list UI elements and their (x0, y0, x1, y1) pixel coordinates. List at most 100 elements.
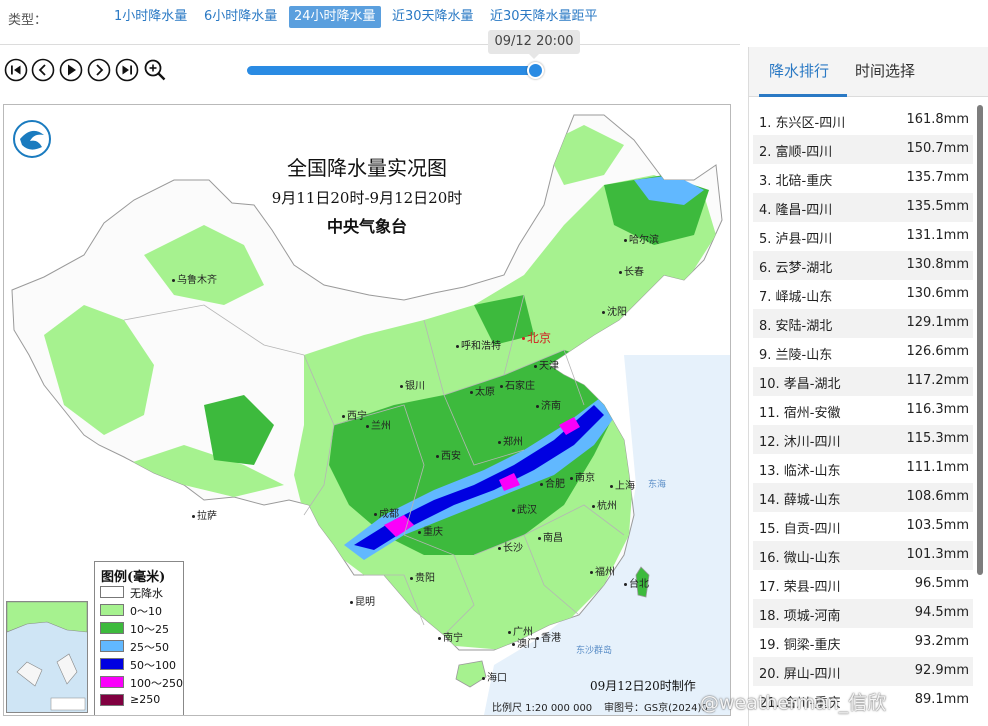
legend-swatch (100, 694, 124, 706)
play-icon (59, 58, 83, 82)
ranking-value: 131.1mm (906, 228, 969, 243)
legend-title: 图例(毫米) (101, 570, 166, 585)
ranking-panel: 降水排行 时间选择 1. 东兴区-四川 161.8mm 2. 富顺-四川 150.7m… (748, 47, 988, 726)
ranking-row[interactable]: 16. 微山-山东 101.3mm (753, 541, 973, 570)
ranking-station: 8. 安陆-湖北 (759, 319, 833, 334)
city-label: 呼和浩特 (456, 337, 501, 352)
city-label: 福州 (590, 563, 615, 578)
tab-time-select[interactable]: 时间选择 (855, 60, 915, 81)
ranking-station: 5. 泸县-四川 (759, 232, 833, 247)
next-icon (87, 58, 111, 82)
city-label: 郑州 (498, 433, 523, 448)
ranking-row[interactable]: 11. 宿州-安徽 116.3mm (753, 396, 973, 425)
last-frame-button[interactable] (115, 58, 139, 82)
ranking-row[interactable]: 1. 东兴区-四川 161.8mm (753, 106, 973, 135)
ranking-row[interactable]: 2. 富顺-四川 150.7mm (753, 135, 973, 164)
zoom-button[interactable] (143, 58, 167, 82)
ranking-row[interactable]: 19. 铜梁-重庆 93.2mm (753, 628, 973, 657)
ranking-station: 12. 沐川-四川 (759, 435, 841, 450)
ranking-row[interactable]: 3. 北碚-重庆 135.7mm (753, 164, 973, 193)
city-label: 重庆 (418, 523, 443, 538)
ranking-station: 10. 孝昌-湖北 (759, 377, 841, 392)
map-review-number: 审图号：GS京(2024)0 (604, 703, 708, 714)
play-button[interactable] (59, 58, 83, 82)
ranking-value: 116.3mm (906, 402, 969, 417)
ranking-row[interactable]: 5. 泸县-四川 131.1mm (753, 222, 973, 251)
ranking-row[interactable]: 15. 自贡-四川 103.5mm (753, 512, 973, 541)
made-time: 09月12日20时制作 (590, 679, 696, 693)
next-button[interactable] (87, 58, 111, 82)
prev-button[interactable] (31, 58, 55, 82)
ranking-row[interactable]: 7. 峄城-山东 130.6mm (753, 280, 973, 309)
ranking-value: 126.6mm (906, 344, 969, 359)
city-label: 长沙 (498, 539, 523, 554)
legend-item: 100～250 (100, 674, 184, 690)
map-title: 全国降水量实况图 (287, 156, 447, 180)
city-label: 哈尔滨 (624, 231, 659, 246)
south-china-sea-inset (6, 601, 88, 713)
time-tooltip-arrow (529, 54, 539, 59)
map-period: 9月11日20时-9月12日20时 (271, 189, 463, 207)
city-label: 济南 (536, 397, 561, 412)
legend-item: 0～10 (100, 602, 184, 618)
ranking-row[interactable]: 14. 薛城-山东 108.6mm (753, 483, 973, 512)
timeline-slider[interactable] (247, 66, 535, 75)
ranking-value: 161.8mm (906, 112, 969, 127)
ranking-station: 16. 微山-山东 (759, 551, 841, 566)
ranking-row[interactable]: 4. 隆昌-四川 135.5mm (753, 193, 973, 222)
ranking-row[interactable]: 6. 云梦-湖北 130.8mm (753, 251, 973, 280)
ranking-station: 11. 宿州-安徽 (759, 406, 841, 421)
zoom-icon (144, 59, 166, 81)
ranking-row[interactable]: 13. 临沭-山东 111.1mm (753, 454, 973, 483)
ranking-row[interactable]: 12. 沐川-四川 115.3mm (753, 425, 973, 454)
ranking-row[interactable]: 9. 兰陵-山东 126.6mm (753, 338, 973, 367)
map-legend: 图例(毫米) 无降水 0～10 10～25 25～50 50～100 100～2… (94, 561, 184, 715)
prev-icon (31, 58, 55, 82)
city-label: 西宁 (342, 407, 367, 422)
city-label: 贵阳 (410, 569, 435, 584)
tab-6h-precip[interactable]: 6小时降水量 (199, 6, 282, 28)
tab-24h-precip[interactable]: 24小时降水量 (289, 6, 381, 28)
ranking-row[interactable]: 10. 孝昌-湖北 117.2mm (753, 367, 973, 396)
ranking-station: 20. 屏山-四川 (759, 667, 841, 682)
tab-ranking[interactable]: 降水排行 (769, 60, 829, 81)
ranking-station: 14. 薛城-山东 (759, 493, 841, 508)
timeline-handle[interactable] (527, 62, 544, 79)
legend-item: 50～100 (100, 656, 184, 672)
ranking-value: 89.1mm (914, 692, 969, 707)
city-label: 长春 (619, 263, 644, 278)
city-label: 武汉 (512, 501, 537, 516)
ranking-value: 103.5mm (906, 518, 969, 533)
tab-30d-anomaly[interactable]: 近30天降水量距平 (485, 6, 603, 28)
ranking-station: 18. 项城-河南 (759, 609, 841, 624)
city-label: 南宁 (438, 629, 463, 644)
city-label: 台北 (624, 575, 649, 590)
ranking-row[interactable]: 18. 项城-河南 94.5mm (753, 599, 973, 628)
ranking-station: 17. 荣县-四川 (759, 580, 841, 595)
ranking-row[interactable]: 17. 荣县-四川 96.5mm (753, 570, 973, 599)
ranking-scrollbar[interactable] (977, 105, 983, 575)
ranking-station: 9. 兰陵-山东 (759, 348, 833, 363)
ranking-station: 15. 自贡-四川 (759, 522, 841, 537)
city-label: 拉萨 (192, 507, 217, 522)
city-label: 兰州 (366, 417, 391, 432)
cma-logo (13, 120, 51, 158)
city-label: 西安 (436, 447, 461, 462)
legend-swatch (100, 586, 124, 598)
city-label: 石家庄 (500, 377, 535, 392)
ranking-value: 108.6mm (906, 489, 969, 504)
active-tab-indicator (759, 94, 847, 97)
tab-1h-precip[interactable]: 1小时降水量 (109, 6, 192, 28)
city-label: 银川 (400, 377, 425, 392)
ranking-value: 130.8mm (906, 257, 969, 272)
ranking-station: 7. 峄城-山东 (759, 290, 833, 305)
ranking-station: 1. 东兴区-四川 (759, 116, 846, 131)
ranking-row[interactable]: 8. 安陆-湖北 129.1mm (753, 309, 973, 338)
timeline-progress (247, 66, 535, 75)
ranking-value: 96.5mm (914, 576, 969, 591)
ranking-value: 93.2mm (914, 634, 969, 649)
tab-30d-precip[interactable]: 近30天降水量 (387, 6, 479, 28)
sea-label: 东沙群岛 (576, 646, 613, 656)
first-frame-button[interactable] (4, 58, 28, 82)
ranking-row[interactable]: 20. 屏山-四川 92.9mm (753, 657, 973, 686)
